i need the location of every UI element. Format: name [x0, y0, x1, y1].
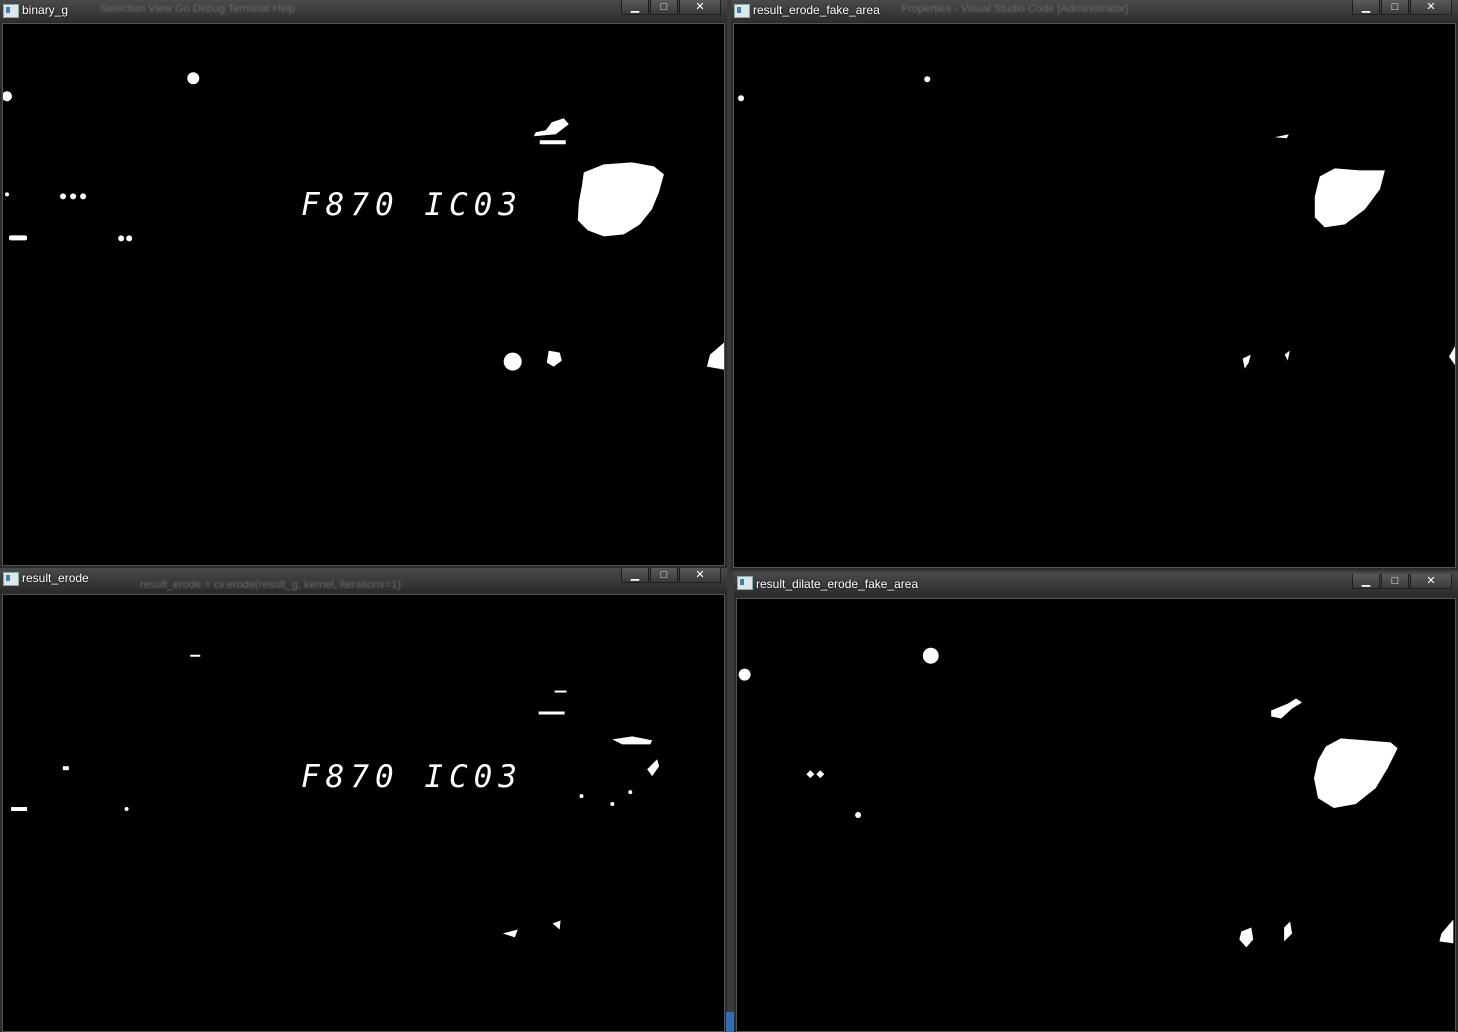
- window-binary-g: binary_g Selection View Go Debug Termina…: [0, 0, 727, 568]
- image-canvas: [736, 598, 1456, 1032]
- image-canvas: [733, 23, 1456, 568]
- image-canvas: F870 IC03: [2, 594, 725, 1032]
- eroded-fake-area-image: [738, 76, 1455, 369]
- image-canvas: F870 IC03: [2, 23, 725, 566]
- maximize-button[interactable]: □: [650, 0, 678, 15]
- window-result-erode: result_erode result_erode = cv.erode(res…: [0, 568, 727, 1032]
- binary-image: [3, 72, 724, 371]
- window-title: result_erode_fake_area: [753, 3, 880, 17]
- maximize-button[interactable]: □: [650, 568, 678, 583]
- minimize-button[interactable]: ▁: [1352, 0, 1380, 15]
- background-menu-text: Selection View Go Debug Terminal Help: [100, 3, 296, 15]
- background-code-text: result_erode = cv.erode(result_g, kernel…: [140, 579, 401, 591]
- opencv-window-icon: [3, 4, 19, 18]
- taskbar-edge: [726, 1012, 734, 1032]
- minimize-button[interactable]: ▁: [621, 568, 649, 583]
- close-button[interactable]: ✕: [1410, 0, 1452, 15]
- window-title: result_dilate_erode_fake_area: [756, 577, 919, 591]
- meter-digits: F870 IC03: [301, 759, 523, 795]
- title-bar[interactable]: binary_g Selection View Go Debug Termina…: [0, 0, 727, 22]
- window-title: binary_g: [22, 3, 69, 17]
- opencv-window-icon: [737, 576, 753, 590]
- close-button[interactable]: ✕: [679, 0, 721, 15]
- close-button[interactable]: ✕: [1410, 574, 1452, 589]
- title-bar[interactable]: result_dilate_erode_fake_area ▁ □ ✕: [734, 572, 1458, 594]
- maximize-button[interactable]: □: [1381, 574, 1409, 589]
- maximize-button[interactable]: □: [1381, 0, 1409, 15]
- title-bar[interactable]: result_erode_fake_area Properties - Visu…: [731, 0, 1458, 22]
- title-bar[interactable]: result_erode result_erode = cv.erode(res…: [0, 568, 727, 591]
- meter-digits: F870 IC03: [301, 187, 523, 223]
- close-button[interactable]: ✕: [679, 568, 721, 583]
- opencv-window-icon: [3, 572, 19, 586]
- background-title-text: Properties - Visual Studio Code [Adminis…: [901, 3, 1129, 15]
- window-title: result_erode: [22, 571, 89, 585]
- dilated-eroded-fake-area-image: [738, 647, 1454, 948]
- minimize-button[interactable]: ▁: [621, 0, 649, 15]
- window-result-erode-fake-area: result_erode_fake_area Properties - Visu…: [731, 0, 1458, 570]
- opencv-window-icon: [734, 4, 750, 18]
- minimize-button[interactable]: ▁: [1352, 574, 1380, 589]
- eroded-image: [11, 654, 660, 938]
- window-result-dilate-erode-fake-area: result_dilate_erode_fake_area ▁ □ ✕: [734, 572, 1458, 1032]
